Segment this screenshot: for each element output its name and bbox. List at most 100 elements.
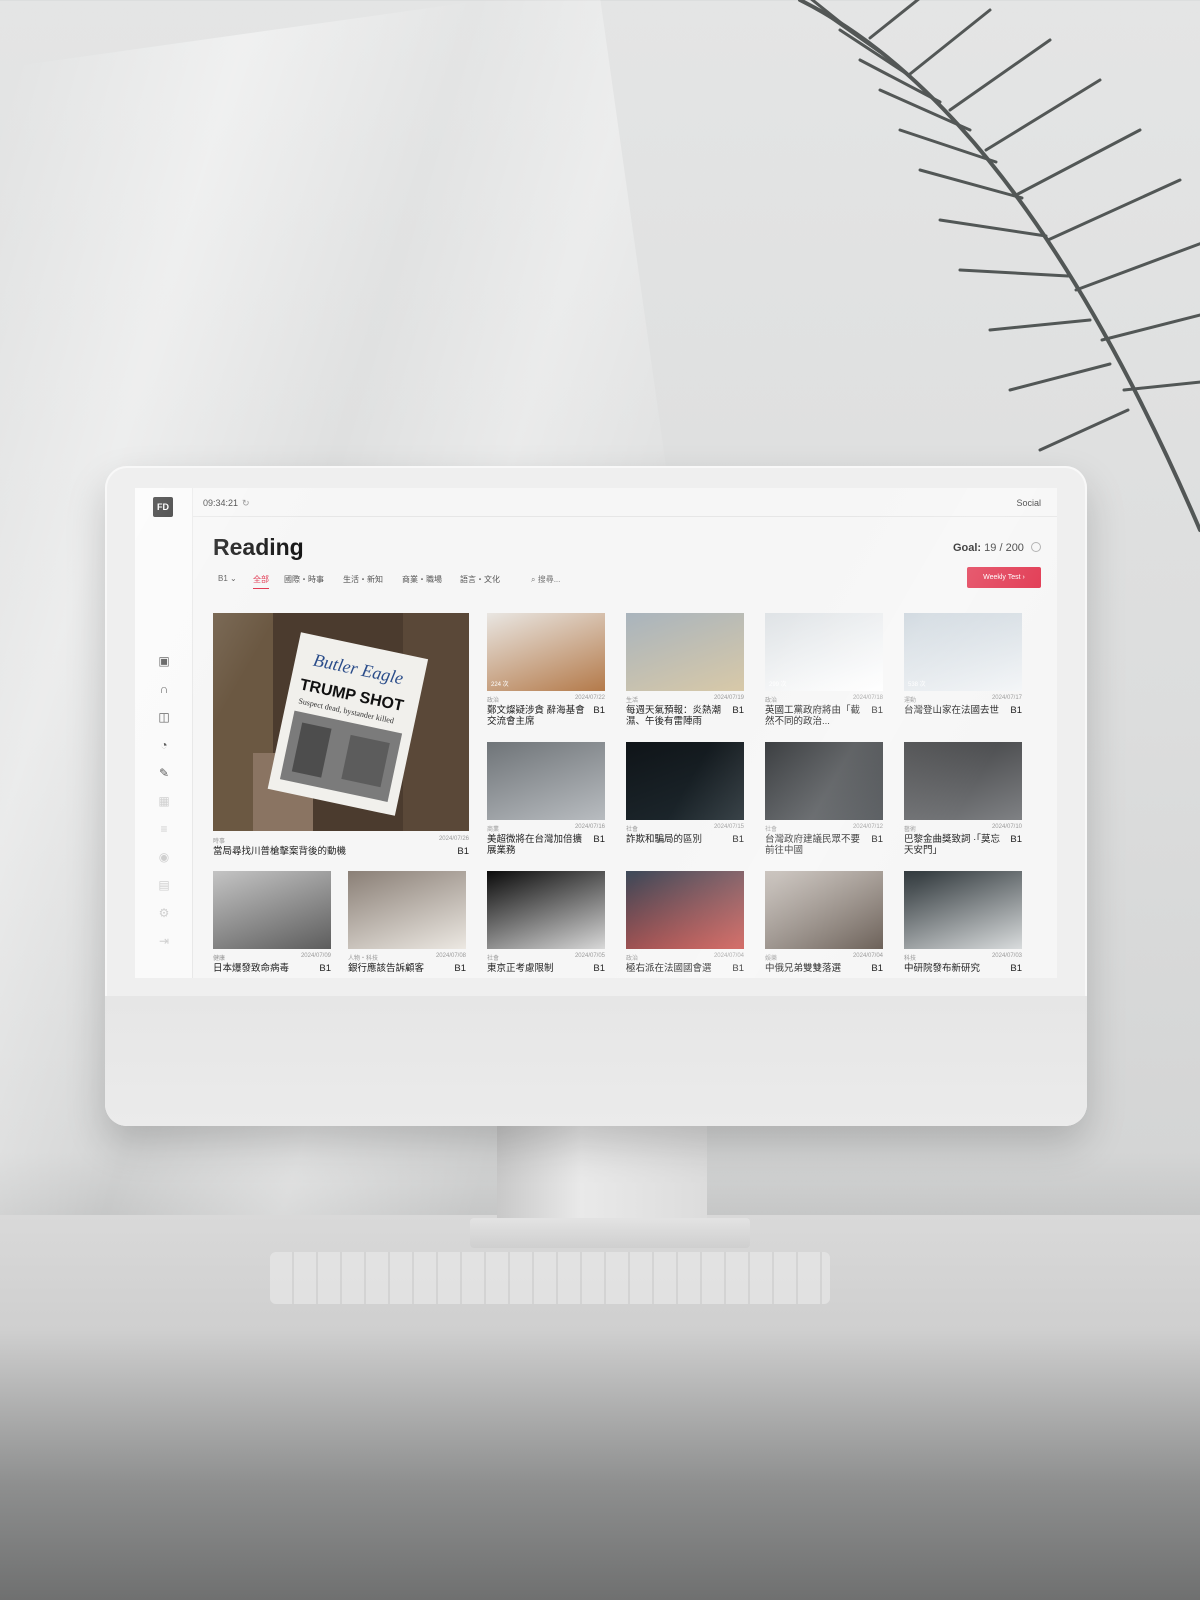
article-meta: 社會 2024/07/15 (626, 824, 744, 833)
article-card[interactable]: 生活 2024/07/19 每週天氣預報：炎熱潮濕、午後有雷陣雨 B1 (626, 613, 744, 735)
article-category: 社會 (626, 827, 639, 833)
article-level: B1 (871, 834, 883, 845)
article-level: B1 (732, 963, 744, 974)
article-category: 政治 (487, 698, 500, 704)
article-date: 2024/07/04 (852, 953, 883, 959)
search-input[interactable]: ⌕ 搜尋... (531, 574, 560, 585)
article-title: 英國工黨政府將由「截然不同的政治... (765, 705, 861, 727)
article-thumbnail (487, 871, 605, 949)
article-card[interactable]: 社會 2024/07/05 東京正考慮限制 B1 (487, 871, 605, 978)
article-category: 健康 (213, 956, 226, 962)
article-card[interactable]: 健康 2024/07/09 日本爆發致命病毒 B1 (213, 871, 331, 978)
featured-date: 2024/07/26 (438, 836, 469, 842)
article-thumbnail (904, 871, 1022, 949)
clock-time: 09:34:21 (203, 498, 239, 508)
goal-label: Goal: (952, 542, 982, 554)
article-thumbnail (765, 871, 883, 949)
article-card[interactable]: 政治 2024/07/04 極右派在法國國會選 B1 (626, 871, 744, 978)
article-meta: 政治 2024/07/22 (487, 695, 605, 704)
monitor-stand-base (470, 1218, 750, 1248)
book-icon[interactable]: ◫ (157, 710, 171, 724)
article-thumbnail (626, 613, 744, 691)
sidebar-nav: ▣ ∩ ◫ ◔ ✎ ▦ ≡ ◉ ▤ ⚙ ⇥ (135, 654, 193, 962)
article-meta: 社會 2024/07/05 (487, 953, 605, 962)
article-date: 2024/07/10 (991, 824, 1022, 830)
article-card[interactable]: 商業 2024/07/16 美超微將在台灣加倍擴展業務 B1 (487, 742, 605, 864)
home-icon[interactable]: ▣ (157, 654, 171, 668)
article-thumbnail (765, 742, 883, 820)
article-date: 2024/07/09 (300, 953, 331, 959)
chart-icon[interactable]: ◔ (157, 738, 171, 752)
article-category: 藝術 (904, 827, 917, 833)
article-meta: 藝術 2024/07/10 (904, 824, 1022, 833)
article-level: B1 (1010, 834, 1022, 845)
article-meta: 商業 2024/07/16 (487, 824, 605, 833)
featured-meta: 時事 2024/07/26 (213, 836, 469, 845)
article-level: B1 (454, 963, 466, 974)
article-level: B1 (871, 705, 883, 716)
article-date: 2024/07/12 (852, 824, 883, 830)
grid-icon[interactable]: ▦ (157, 794, 171, 808)
article-card[interactable]: 社會 2024/07/12 台灣政府建議民眾不要前往中國 B1 (765, 742, 883, 864)
article-title: 詐欺和騙局的區別 (626, 834, 703, 845)
article-level: B1 (593, 963, 605, 974)
article-title: 美超微將在台灣加倍擴展業務 (487, 834, 583, 856)
clock: 09:34:21 ↻ (203, 498, 250, 509)
article-card[interactable]: 娛樂 2024/07/04 中俄兄弟雙雙落選 B1 (765, 871, 883, 978)
article-title: 極右派在法國國會選 (626, 963, 712, 974)
article-card[interactable]: 224 次 政治 2024/07/22 鄭文燦疑涉貪 辭海基會交流會主席 B1 (487, 613, 605, 735)
article-meta: 社會 2024/07/12 (765, 824, 883, 833)
article-thumbnail (626, 871, 744, 949)
text-icon[interactable]: ≡ (157, 822, 171, 836)
tab-all[interactable]: 全部 (253, 574, 269, 589)
view-count: 224 次 (491, 682, 509, 688)
tab-life[interactable]: 生活・新知 (343, 574, 383, 585)
article-date: 2024/07/04 (713, 953, 744, 959)
calendar-icon[interactable]: ▤ (157, 878, 171, 892)
view-count: 299 次 (769, 682, 787, 688)
article-thumbnail: 299 次 (765, 613, 883, 691)
article-date: 2024/07/15 (713, 824, 744, 830)
featured-category: 時事 (213, 839, 226, 845)
view-count: 538 次 (908, 682, 926, 688)
article-date: 2024/07/18 (852, 695, 883, 701)
headphones-icon[interactable]: ∩ (157, 682, 171, 696)
article-card[interactable]: 299 次 政治 2024/07/18 英國工黨政府將由「截然不同的政治... … (765, 613, 883, 735)
level-select[interactable]: B1 ⌄ (218, 574, 237, 583)
page-title: Reading (213, 534, 304, 560)
app-logo[interactable]: FD (153, 497, 173, 517)
social-link[interactable]: Social (1016, 498, 1041, 508)
article-title: 中俄兄弟雙雙落選 (765, 963, 842, 974)
logout-icon[interactable]: ⇥ (157, 934, 171, 948)
tab-business[interactable]: 商業・職場 (402, 574, 442, 585)
monitor-chin (105, 996, 1087, 1126)
article-level: B1 (319, 963, 331, 974)
article-meta: 人物・科技 2024/07/08 (348, 953, 466, 962)
article-thumbnail (213, 871, 331, 949)
article-title: 中研院發布新研究 (904, 963, 981, 974)
featured-article-card[interactable]: Butler Eagle TRUMP SHOT Suspect dead, by… (213, 613, 469, 863)
tab-culture[interactable]: 語言・文化 (460, 574, 500, 585)
tab-international[interactable]: 國際・時事 (284, 574, 324, 585)
reading-goal: Goal: 19 / 200 (953, 542, 1041, 554)
article-title: 每週天氣預報：炎熱潮濕、午後有雷陣雨 (626, 705, 722, 727)
article-card[interactable]: 538 次 運動 2024/07/17 台灣登山家在法國去世 B1 (904, 613, 1022, 735)
article-date: 2024/07/22 (574, 695, 605, 701)
article-card[interactable]: 科技 2024/07/03 中研院發布新研究 B1 (904, 871, 1022, 978)
article-level: B1 (593, 705, 605, 716)
article-card[interactable]: 藝術 2024/07/10 巴黎金曲獎致詞 ·「莫忘天安門」 B1 (904, 742, 1022, 864)
article-level: B1 (732, 834, 744, 845)
pencil-icon[interactable]: ✎ (157, 766, 171, 780)
article-card[interactable]: 社會 2024/07/15 詐欺和騙局的區別 B1 (626, 742, 744, 864)
refresh-icon[interactable]: ↻ (242, 498, 250, 508)
user-icon[interactable]: ◉ (157, 850, 171, 864)
settings-icon[interactable]: ⚙ (157, 906, 171, 920)
article-title: 東京正考慮限制 (487, 963, 554, 974)
article-card[interactable]: 人物・科技 2024/07/08 銀行應該告訴顧客 B1 (348, 871, 466, 978)
article-date: 2024/07/16 (574, 824, 605, 830)
article-title: 巴黎金曲獎致詞 ·「莫忘天安門」 (904, 834, 1001, 856)
article-title: 日本爆發致命病毒 (213, 963, 290, 974)
weekly-test-button[interactable]: Weekly Test › (967, 567, 1041, 588)
article-title: 鄭文燦疑涉貪 辭海基會交流會主席 (487, 705, 585, 727)
info-icon[interactable] (1031, 542, 1041, 552)
